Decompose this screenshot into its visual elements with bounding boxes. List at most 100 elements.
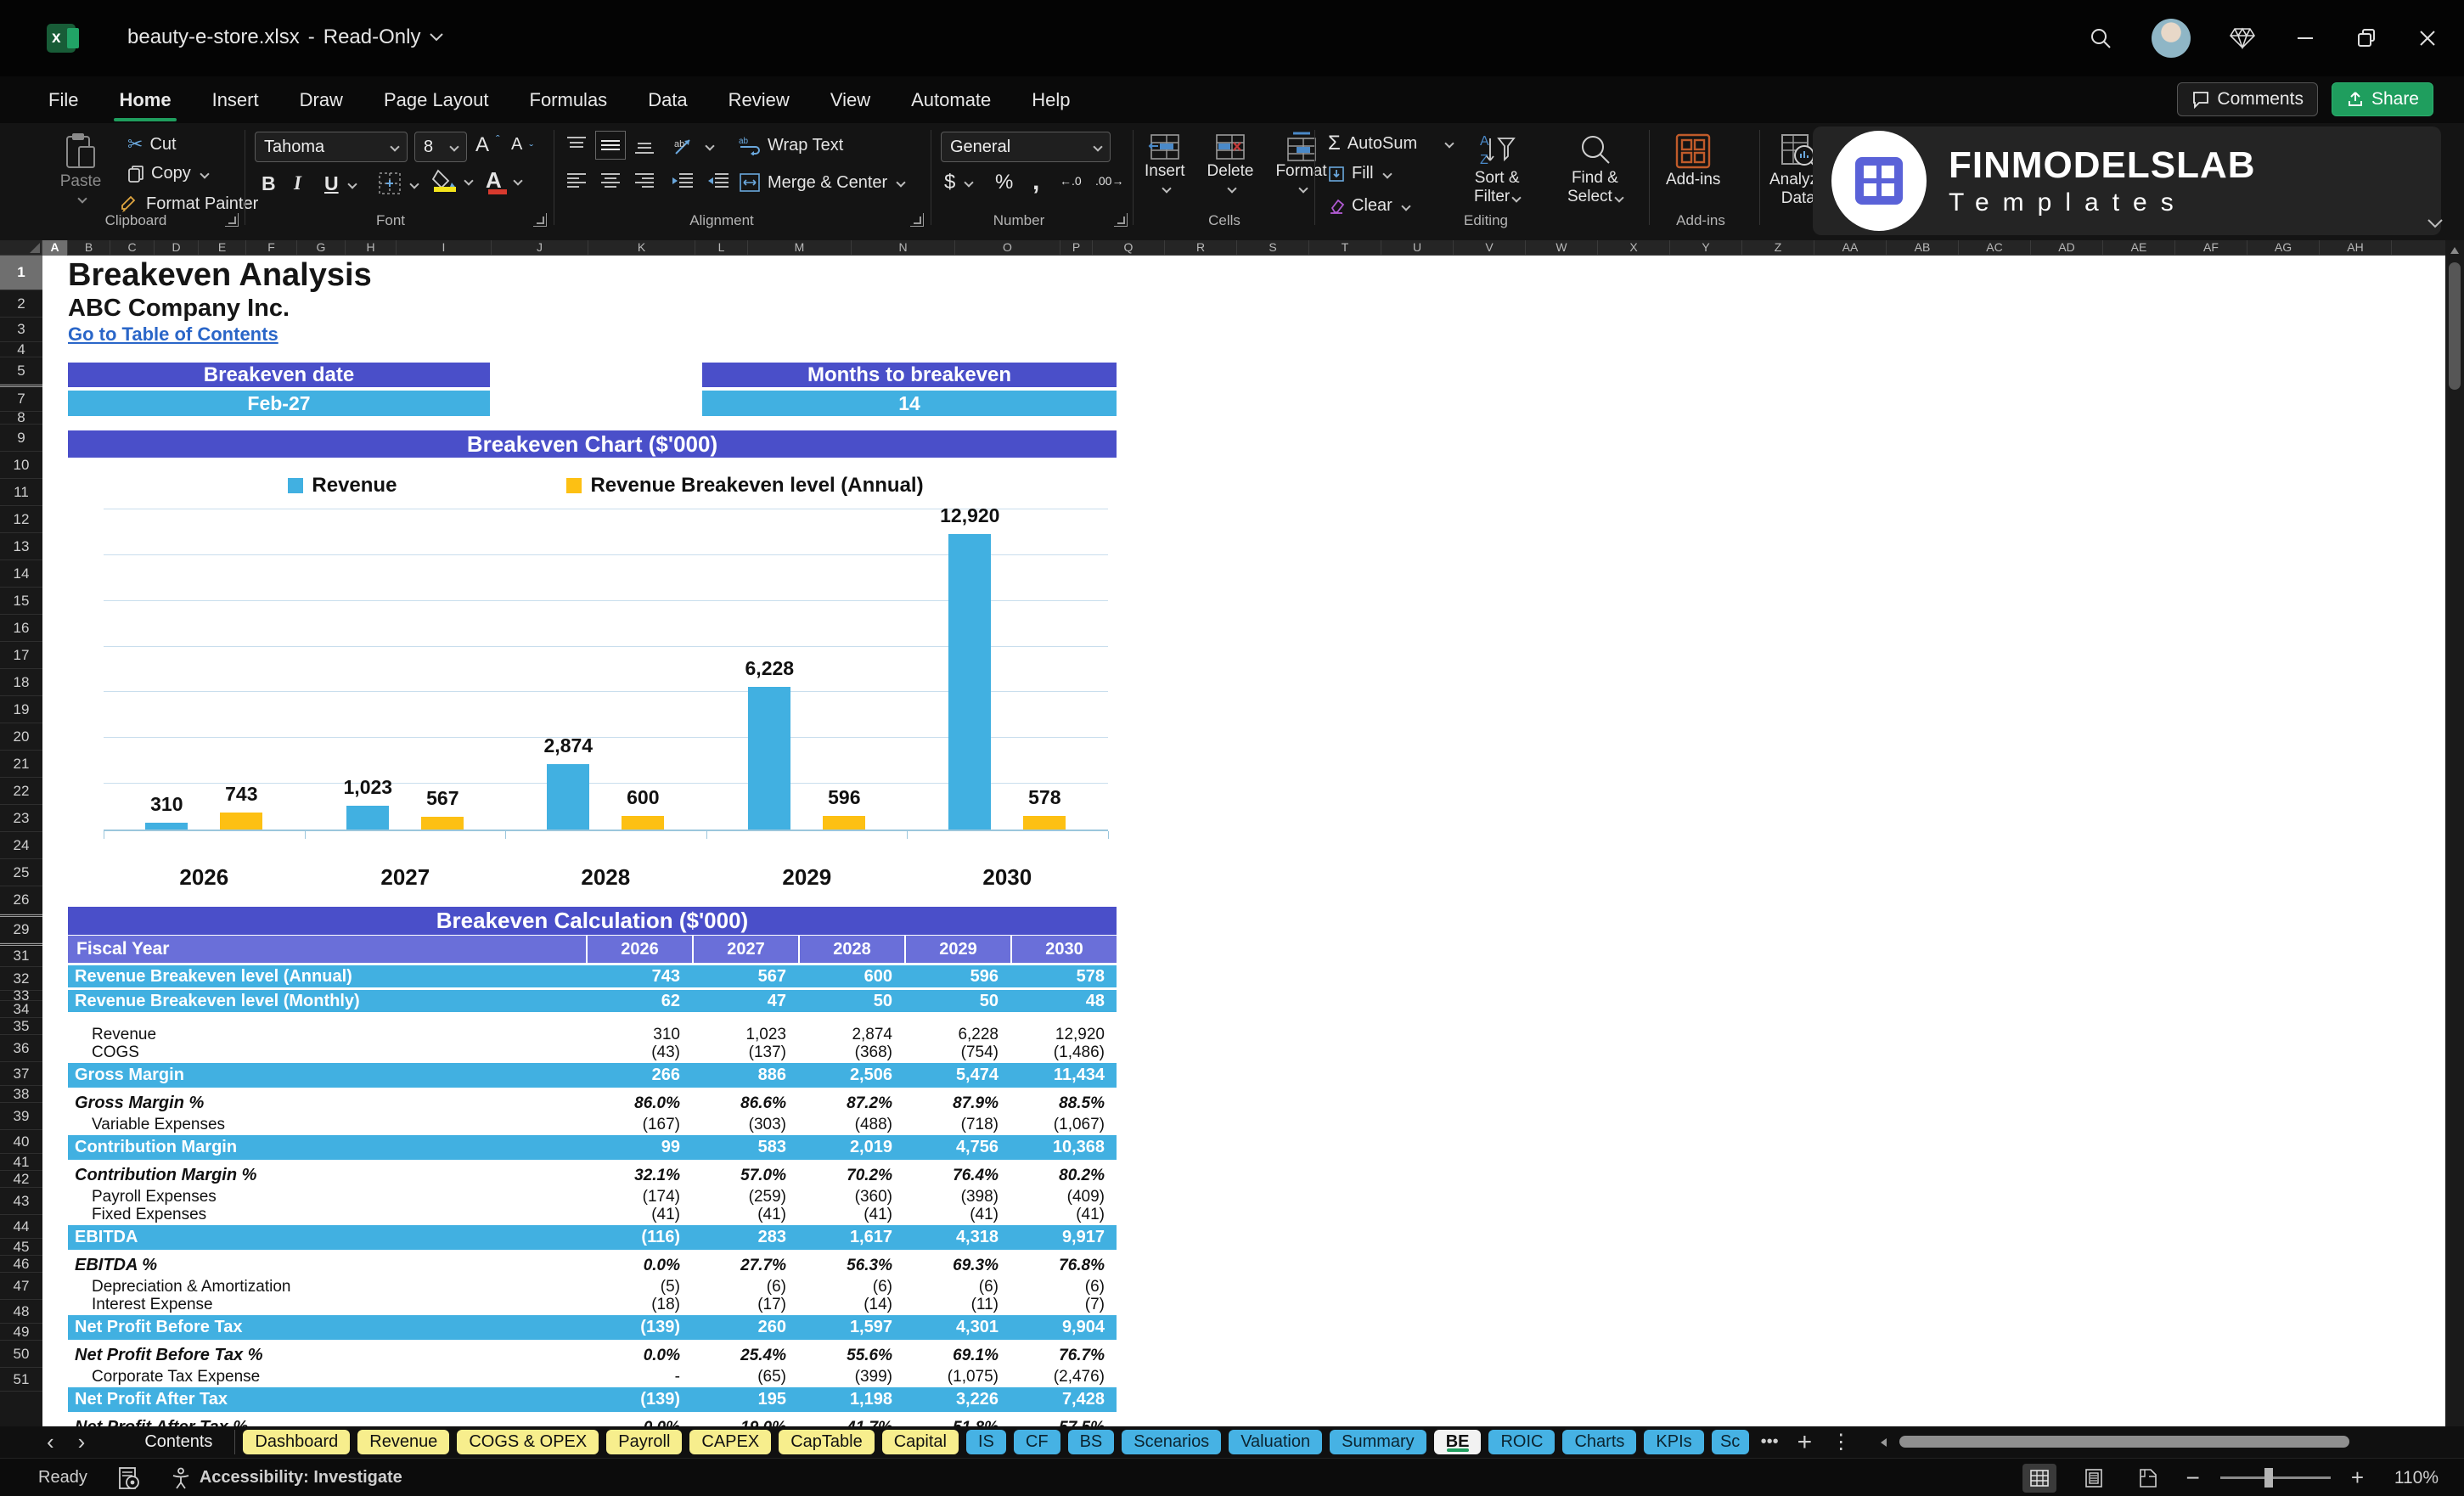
- cell[interactable]: 41.7%: [798, 1419, 904, 1427]
- comments-button[interactable]: Comments: [2177, 82, 2318, 116]
- sheet-stats-icon[interactable]: [118, 1466, 140, 1490]
- row-header-20[interactable]: 20: [0, 723, 42, 751]
- fill-button[interactable]: Fill: [1328, 164, 1392, 183]
- accessibility-status[interactable]: Accessibility: Investigate: [171, 1467, 402, 1489]
- cell[interactable]: 86.6%: [692, 1094, 798, 1113]
- cell[interactable]: (1,075): [904, 1368, 1010, 1386]
- clipboard-dialog-launcher[interactable]: [225, 213, 239, 227]
- months-to-breakeven-value[interactable]: 14: [702, 391, 1117, 416]
- restore-button[interactable]: [2355, 27, 2377, 49]
- column-header-W[interactable]: W: [1526, 240, 1598, 256]
- column-header-E[interactable]: E: [199, 240, 246, 256]
- row-header-18[interactable]: 18: [0, 669, 42, 696]
- row-header-49[interactable]: 49: [0, 1324, 42, 1341]
- wrap-text-button[interactable]: ab Wrap Text: [739, 135, 843, 155]
- autosum-button[interactable]: Σ AutoSum: [1328, 132, 1454, 155]
- sheet-tab-cogs-opex[interactable]: COGS & OPEX: [457, 1430, 599, 1454]
- sheet-tab-scenarios[interactable]: Scenarios: [1122, 1430, 1222, 1454]
- column-header-V[interactable]: V: [1454, 240, 1526, 256]
- select-all-corner[interactable]: [0, 240, 42, 256]
- cell[interactable]: (6): [798, 1278, 904, 1296]
- cell[interactable]: 76.7%: [1010, 1347, 1117, 1365]
- zoom-slider-thumb[interactable]: [2264, 1468, 2273, 1488]
- row-header-10[interactable]: 10: [0, 452, 42, 479]
- underline-button[interactable]: U: [324, 172, 357, 195]
- row-header-40[interactable]: 40: [0, 1130, 42, 1154]
- fiscal-year-cell[interactable]: 2030: [1010, 936, 1117, 963]
- cell[interactable]: 50: [798, 992, 904, 1011]
- cell[interactable]: (2,476): [1010, 1368, 1117, 1386]
- column-header-AC[interactable]: AC: [1959, 240, 2031, 256]
- cell[interactable]: 0.0%: [586, 1257, 692, 1275]
- cell[interactable]: (6): [904, 1278, 1010, 1296]
- cell[interactable]: 283: [692, 1228, 798, 1247]
- cell[interactable]: (65): [692, 1368, 798, 1386]
- cell[interactable]: (718): [904, 1116, 1010, 1134]
- menu-tab-formulas[interactable]: Formulas: [528, 86, 610, 115]
- row-header-38[interactable]: 38: [0, 1086, 42, 1103]
- menu-tab-draw[interactable]: Draw: [298, 86, 345, 115]
- cell[interactable]: (754): [904, 1043, 1010, 1062]
- cell[interactable]: 2,019: [798, 1138, 904, 1157]
- column-header-F[interactable]: F: [246, 240, 297, 256]
- fiscal-year-cell[interactable]: 2028: [798, 936, 904, 963]
- collapse-ribbon-chevron-icon[interactable]: [2427, 218, 2444, 228]
- horizontal-scrollbar[interactable]: [1881, 1436, 2433, 1449]
- cell[interactable]: 87.9%: [904, 1094, 1010, 1113]
- cell[interactable]: 70.2%: [798, 1167, 904, 1185]
- cell[interactable]: 10,368: [1010, 1138, 1117, 1157]
- sheet-tab-capital[interactable]: Capital: [881, 1430, 959, 1454]
- column-header-X[interactable]: X: [1598, 240, 1670, 256]
- cell[interactable]: 0.0%: [586, 1347, 692, 1365]
- sheet-tab-sc[interactable]: Sc: [1711, 1430, 1749, 1454]
- cell[interactable]: (41): [692, 1206, 798, 1224]
- increase-font-button[interactable]: Aˆ: [475, 132, 500, 157]
- menu-tab-data[interactable]: Data: [646, 86, 689, 115]
- row-header-5[interactable]: 5: [0, 357, 42, 385]
- font-color-button[interactable]: A: [486, 167, 523, 194]
- vertical-align-buttons[interactable]: [565, 131, 655, 160]
- more-sheets-button[interactable]: •••: [1761, 1432, 1779, 1452]
- row-header-31[interactable]: 31: [0, 943, 42, 967]
- cell[interactable]: 51.8%: [904, 1419, 1010, 1427]
- column-header-L[interactable]: L: [695, 240, 748, 256]
- sheet-tab-dashboard[interactable]: Dashboard: [243, 1430, 351, 1454]
- cell[interactable]: 4,318: [904, 1228, 1010, 1247]
- cell[interactable]: 600: [798, 967, 904, 987]
- horizontal-align-buttons[interactable]: [565, 171, 655, 191]
- vertical-scrollbar[interactable]: [2445, 240, 2464, 1426]
- cell[interactable]: 86.0%: [586, 1094, 692, 1113]
- row-header-3[interactable]: 3: [0, 318, 42, 342]
- cell[interactable]: (14): [798, 1296, 904, 1314]
- scroll-left-icon[interactable]: [1881, 1438, 1887, 1447]
- delete-cells-button[interactable]: Delete: [1207, 132, 1253, 196]
- cell[interactable]: 596: [904, 967, 1010, 987]
- row-header-11[interactable]: 11: [0, 479, 42, 506]
- cell[interactable]: 578: [1010, 967, 1117, 987]
- cell[interactable]: 57.5%: [1010, 1419, 1117, 1427]
- cell[interactable]: 195: [692, 1390, 798, 1409]
- cell[interactable]: (399): [798, 1368, 904, 1386]
- fiscal-year-cell[interactable]: 2027: [692, 936, 798, 963]
- column-header-H[interactable]: H: [346, 240, 397, 256]
- sheet-options-button[interactable]: ⋮: [1831, 1430, 1851, 1454]
- cell[interactable]: (6): [1010, 1278, 1117, 1296]
- font-family-select[interactable]: Tahoma: [255, 132, 408, 162]
- column-header-AB[interactable]: AB: [1887, 240, 1959, 256]
- row-header-35[interactable]: 35: [0, 1018, 42, 1035]
- row-header-46[interactable]: 46: [0, 1256, 42, 1273]
- row-header-47[interactable]: 47: [0, 1273, 42, 1300]
- cell[interactable]: (1,486): [1010, 1043, 1117, 1062]
- row-header-48[interactable]: 48: [0, 1300, 42, 1324]
- column-header-AA[interactable]: AA: [1814, 240, 1887, 256]
- cell[interactable]: 567: [692, 967, 798, 987]
- cell[interactable]: 3,226: [904, 1390, 1010, 1409]
- cell[interactable]: 583: [692, 1138, 798, 1157]
- cell[interactable]: 6,228: [904, 1026, 1010, 1044]
- row-header-17[interactable]: 17: [0, 642, 42, 669]
- cut-button[interactable]: ✂ Cut: [127, 133, 177, 155]
- zoom-out-button[interactable]: −: [2186, 1465, 2199, 1492]
- clear-button[interactable]: Clear: [1328, 196, 1411, 216]
- fiscal-year-cell[interactable]: 2026: [586, 936, 692, 963]
- sheet-tab-be[interactable]: BE: [1433, 1430, 1482, 1454]
